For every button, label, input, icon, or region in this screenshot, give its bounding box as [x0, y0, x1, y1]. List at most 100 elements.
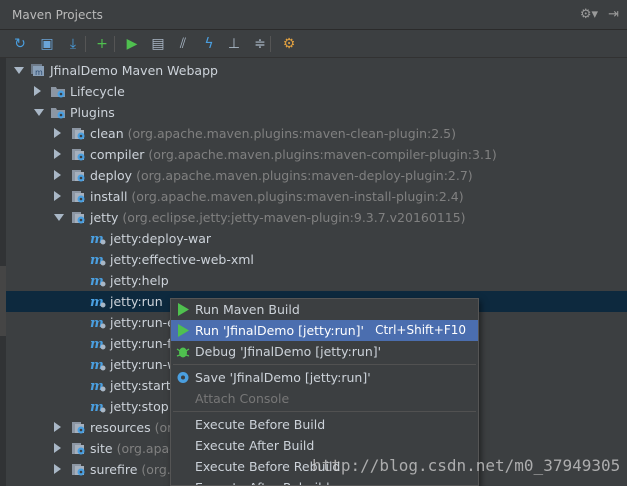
tree-node-label: compiler [90, 147, 145, 162]
project-node[interactable]: m JfinalDemo Maven Webapp [6, 60, 627, 81]
chevron-right-icon[interactable] [54, 149, 61, 159]
svg-text:m: m [35, 68, 43, 77]
chevron-down-icon[interactable] [14, 67, 24, 74]
menu-item-label: Run Maven Build [195, 302, 300, 317]
maven-project-icon: m [30, 63, 46, 78]
menu-run-maven-build[interactable]: Run Maven Build [171, 299, 478, 320]
maven-goal-icon[interactable]: ▤ [148, 34, 168, 54]
goal-icon: m [90, 336, 106, 352]
tree-node-label: jetty [90, 210, 119, 225]
tree-node-text: JfinalDemo Maven Webapp [50, 63, 218, 78]
dependencies-icon[interactable]: ⊥ [224, 34, 244, 54]
tree-node-label: jetty:effective-web-xml [110, 252, 254, 267]
maven-toolbar: ↻ ▣ ⤓ + ▶ ▤ ⫽ ϟ ⊥ ≑ ⚙ [0, 30, 627, 58]
goal-icon: m [90, 315, 106, 331]
skip-tests-icon[interactable]: ϟ [199, 34, 219, 54]
folder-icon [50, 84, 66, 99]
tree-node-label: site [90, 441, 113, 456]
menu-execute-after-rebuild[interactable]: Execute After Rebuild [171, 477, 478, 485]
menu-item-label: Run 'JfinalDemo [jetty:run]' [195, 323, 364, 338]
plugin-clean[interactable]: clean (org.apache.maven.plugins:maven-cl… [6, 123, 627, 144]
chevron-down-icon[interactable] [34, 109, 44, 116]
chevron-right-icon[interactable] [54, 128, 61, 138]
chevron-down-icon[interactable] [54, 214, 64, 221]
settings-icon[interactable]: ⚙ [279, 34, 299, 54]
menu-execute-after-build[interactable]: Execute After Build [171, 435, 478, 456]
chevron-right-icon[interactable] [54, 464, 61, 474]
tree-node-text: site (org.apac [90, 441, 176, 456]
goal-icon: m [90, 273, 106, 289]
toggle-offline-icon[interactable]: ⫽ [173, 34, 193, 54]
save-config-icon [176, 370, 190, 385]
plugin-icon [70, 147, 86, 162]
chevron-right-icon[interactable] [54, 191, 61, 201]
goal-deploy-war[interactable]: m jetty:deploy-war [6, 228, 627, 249]
plugins-node[interactable]: Plugins [6, 102, 627, 123]
run-icon [176, 302, 190, 317]
run-icon[interactable]: ▶ [122, 34, 142, 54]
tree-node-text: install (org.apache.maven.plugins:maven-… [90, 189, 464, 204]
menu-item-label: Attach Console [195, 391, 290, 406]
chevron-right-icon[interactable] [54, 170, 61, 180]
tree-node-text: jetty:run-w [110, 357, 177, 372]
tree-node-text: Plugins [70, 105, 115, 120]
lifecycle-node[interactable]: Lifecycle [6, 81, 627, 102]
tree-node-label: install [90, 189, 128, 204]
plugin-deploy[interactable]: deploy (org.apache.maven.plugins:maven-d… [6, 165, 627, 186]
tree-node-detail: (org.apache.maven.plugins:maven-clean-pl… [127, 126, 456, 141]
tree-node-detail: (org.apache.maven.plugins:maven-compiler… [148, 147, 497, 162]
menu-save-config[interactable]: Save 'JfinalDemo [jetty:run]' [171, 367, 478, 388]
menu-debug-config[interactable]: Debug 'JfinalDemo [jetty:run]' [171, 341, 478, 362]
plugin-icon [70, 168, 86, 183]
tree-node-label: clean [90, 126, 124, 141]
tree-node-detail: (org.apac [116, 441, 177, 456]
tree-node-text: deploy (org.apache.maven.plugins:maven-d… [90, 168, 473, 183]
plugin-jetty[interactable]: jetty (org.eclipse.jetty:jetty-maven-plu… [6, 207, 627, 228]
tree-node-label: Plugins [70, 105, 115, 120]
tree-node-detail: (org.eclipse.jetty:jetty-maven-plugin:9.… [122, 210, 466, 225]
plugin-icon [70, 210, 86, 225]
reimport-icon[interactable]: ↻ [10, 34, 30, 54]
menu-execute-before-build[interactable]: Execute Before Build [171, 414, 478, 435]
tree-node-text: jetty:start [110, 378, 171, 393]
chevron-right-icon[interactable] [34, 86, 41, 96]
menu-item-label: Debug 'JfinalDemo [jetty:run]' [195, 344, 382, 359]
tree-node-label: deploy [90, 168, 133, 183]
gear-icon[interactable]: ⚙▾ [580, 7, 598, 22]
menu-item-shortcut: Ctrl+Shift+F10 [375, 323, 466, 337]
hide-panel-icon[interactable]: ⇥ [608, 7, 619, 22]
chevron-right-icon[interactable] [54, 422, 61, 432]
download-icon[interactable]: ⤓ [63, 34, 83, 54]
collapse-all-icon[interactable]: ≑ [250, 34, 270, 54]
tree-node-label: jetty:run-fo [110, 336, 180, 351]
goal-icon: m [90, 357, 106, 373]
menu-separator [173, 411, 476, 412]
tree-node-label: jetty:stop [110, 399, 169, 414]
tree-node-text: jetty:effective-web-xml [110, 252, 254, 267]
chevron-right-icon[interactable] [54, 443, 61, 453]
menu-run-config[interactable]: Run 'JfinalDemo [jetty:run]' Ctrl+Shift+F… [171, 320, 478, 341]
goal-effective-web-xml[interactable]: m jetty:effective-web-xml [6, 249, 627, 270]
tree-node-label: Lifecycle [70, 84, 125, 99]
menu-item-label: Save 'JfinalDemo [jetty:run]' [195, 370, 371, 385]
panel-title: Maven Projects [12, 8, 103, 22]
tree-node-label: jetty:deploy-war [110, 231, 212, 246]
tree-node-text: jetty:run-fo [110, 336, 179, 351]
tree-node-text: jetty:stop [110, 399, 169, 414]
menu-item-label: Execute Before Build [195, 417, 326, 432]
goal-icon: m [90, 231, 106, 247]
plugin-compiler[interactable]: compiler (org.apache.maven.plugins:maven… [6, 144, 627, 165]
generate-sources-icon[interactable]: ▣ [37, 34, 57, 54]
tree-node-label: resources [90, 420, 151, 435]
panel-header: Maven Projects ⚙▾ ⇥ [0, 0, 627, 30]
toolbar-separator [85, 36, 86, 52]
plugin-icon [70, 420, 86, 435]
add-icon[interactable]: + [92, 34, 112, 54]
watermark-text: http://blog.csdn.net/m0_37949305 [312, 456, 621, 475]
tree-node-text: jetty:deploy-war [110, 231, 211, 246]
tree-node-label: JfinalDemo Maven Webapp [50, 63, 218, 78]
goal-icon: m [90, 252, 106, 268]
tree-node-label: jetty:start [110, 378, 171, 393]
goal-help[interactable]: m jetty:help [6, 270, 627, 291]
plugin-install[interactable]: install (org.apache.maven.plugins:maven-… [6, 186, 627, 207]
